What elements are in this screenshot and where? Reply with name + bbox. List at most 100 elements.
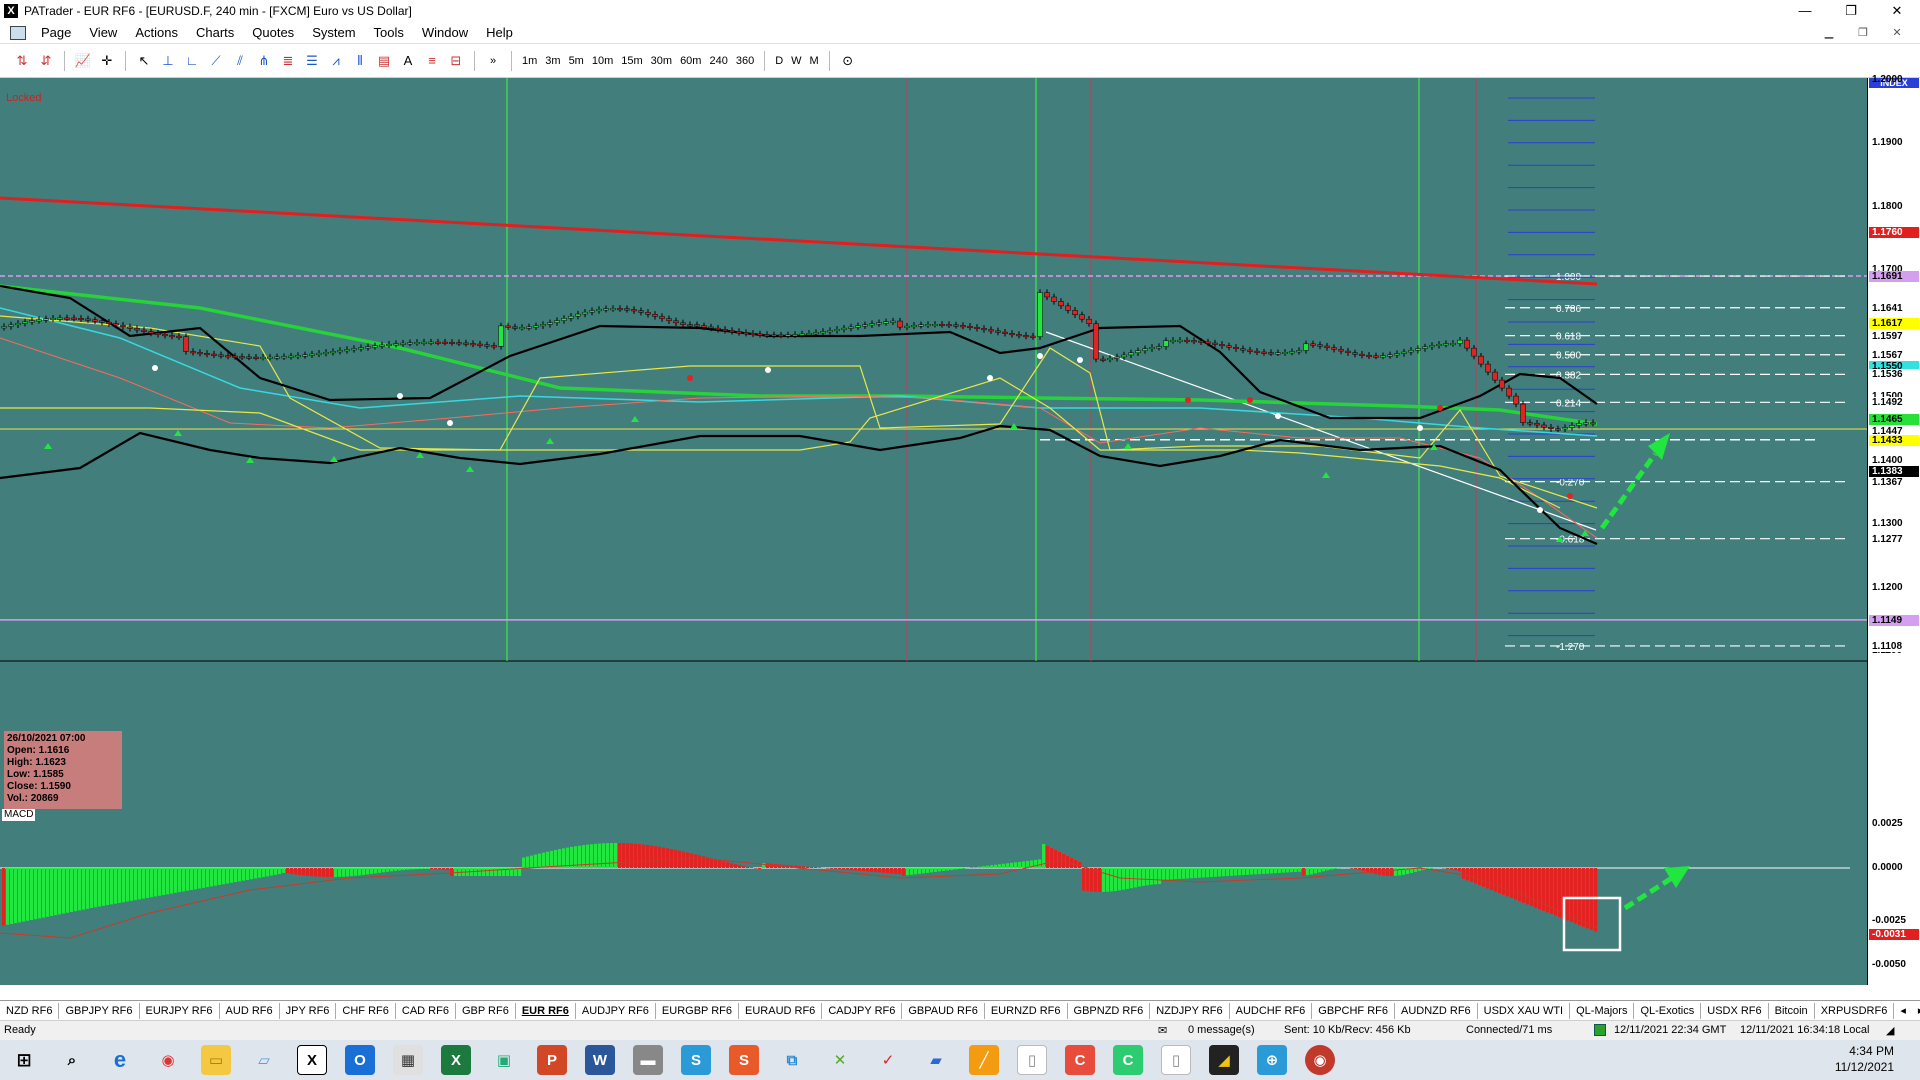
price-axis[interactable]: INDEX 1.20001.19001.18001.17001.15001.14… xyxy=(1867,74,1920,985)
status-messages[interactable]: 0 message(s) xyxy=(1188,1024,1255,1036)
symbol-tab-nzd-rf6[interactable]: NZD RF6 xyxy=(0,1002,60,1019)
fibonacci-icon[interactable]: ≣ xyxy=(277,50,299,72)
symbol-tab-eurgbp-rf6[interactable]: EURGBP RF6 xyxy=(656,1002,740,1019)
network-icon[interactable]: ⧉ xyxy=(777,1045,807,1075)
symbol-tab-gbpnzd-rf6[interactable]: GBPNZD RF6 xyxy=(1068,1002,1151,1019)
symbol-tab-xrpusdrf6[interactable]: XRPUSDRF6 xyxy=(1815,1002,1895,1019)
close-button[interactable]: ✕ xyxy=(1874,0,1920,22)
symbol-tab-audjpy-rf6[interactable]: AUDJPY RF6 xyxy=(576,1002,656,1019)
timeframe-3m[interactable]: 3m xyxy=(541,50,564,72)
outlook-icon[interactable]: O xyxy=(345,1045,375,1075)
symbol-tab-ql-exotics[interactable]: QL-Exotics xyxy=(1634,1002,1702,1019)
powerpoint-icon[interactable]: P xyxy=(537,1045,567,1075)
timeframe-15m[interactable]: 15m xyxy=(617,50,646,72)
pointer-icon[interactable]: ↖ xyxy=(133,50,155,72)
menu-view[interactable]: View xyxy=(80,22,126,44)
menu-page[interactable]: Page xyxy=(32,22,80,44)
mdi-restore-icon[interactable]: ❐ xyxy=(1846,22,1880,44)
menu-window[interactable]: Window xyxy=(413,22,477,44)
timeframe-360[interactable]: 360 xyxy=(732,50,758,72)
web-app-icon[interactable]: ⊕ xyxy=(1257,1045,1287,1075)
menu-actions[interactable]: Actions xyxy=(126,22,187,44)
clock-icon[interactable]: ⊙ xyxy=(837,50,859,72)
rectangle-icon[interactable]: ▤ xyxy=(373,50,395,72)
timeframe-240[interactable]: 240 xyxy=(705,50,731,72)
symbol-tab-gbp-rf6[interactable]: GBP RF6 xyxy=(456,1002,516,1019)
symbol-tab-jpy-rf6[interactable]: JPY RF6 xyxy=(280,1002,337,1019)
chrome-browser-icon[interactable]: ◉ xyxy=(153,1045,183,1075)
edge-browser-icon[interactable]: e xyxy=(105,1045,135,1075)
minimize-button[interactable]: — xyxy=(1782,0,1828,22)
mdi-minimize-icon[interactable]: ▁ xyxy=(1812,22,1846,44)
menu-quotes[interactable]: Quotes xyxy=(243,22,303,44)
sell-arrow-icon[interactable]: ⇵ xyxy=(35,50,57,72)
fib-fan-icon[interactable]: ⩘ xyxy=(325,50,347,72)
symbol-tab-eur-rf6[interactable]: EUR RF6 xyxy=(516,1002,576,1019)
page-menu-icon[interactable] xyxy=(10,25,26,40)
symbol-tab-gbpaud-rf6[interactable]: GBPAUD RF6 xyxy=(902,1002,985,1019)
fib-extension-icon[interactable]: ☰ xyxy=(301,50,323,72)
pitchfork-icon[interactable]: ⋔ xyxy=(253,50,275,72)
symbol-tab-bitcoin[interactable]: Bitcoin xyxy=(1769,1002,1815,1019)
symbol-tab-euraud-rf6[interactable]: EURAUD RF6 xyxy=(739,1002,823,1019)
timeframe-30m[interactable]: 30m xyxy=(647,50,676,72)
horizontal-line-icon[interactable]: ⊥ xyxy=(157,50,179,72)
red-c-app-icon[interactable]: C xyxy=(1065,1045,1095,1075)
symbol-tab-audnzd-rf6[interactable]: AUDNZD RF6 xyxy=(1395,1002,1478,1019)
recording-app-icon[interactable]: ◉ xyxy=(1305,1045,1335,1075)
more-tools-icon[interactable]: » xyxy=(482,50,504,72)
word-icon[interactable]: W xyxy=(585,1045,615,1075)
symbol-tab-nzdjpy-rf6[interactable]: NZDJPY RF6 xyxy=(1150,1002,1230,1019)
menu-charts[interactable]: Charts xyxy=(187,22,243,44)
chart-area[interactable]: 1.000 0.786 0.618 0.500 0.382 0.214 -0.270 -0.6… xyxy=(0,74,1920,1071)
symbol-tab-audchf-rf6[interactable]: AUDCHF RF6 xyxy=(1230,1002,1313,1019)
symbol-tab-chf-rf6[interactable]: CHF RF6 xyxy=(336,1002,396,1019)
price-label-icon[interactable]: ≡ xyxy=(421,50,443,72)
vertical-line-icon[interactable]: ∟ xyxy=(181,50,203,72)
notepad-icon[interactable]: ▱ xyxy=(249,1045,279,1075)
camtasia-icon[interactable]: C xyxy=(1113,1045,1143,1075)
orange-app-icon[interactable]: ╱ xyxy=(969,1045,999,1075)
symbol-tab-usdx-rf6[interactable]: USDX RF6 xyxy=(1701,1002,1769,1019)
terminal-icon[interactable]: ▬ xyxy=(633,1045,663,1075)
windows-start-icon[interactable]: ⊞ xyxy=(9,1045,39,1075)
swoosh-icon[interactable]: ✓ xyxy=(873,1045,903,1075)
timeframe-60m[interactable]: 60m xyxy=(676,50,705,72)
file-explorer-icon[interactable]: ▭ xyxy=(201,1045,231,1075)
message-envelope-icon[interactable]: ✉ xyxy=(1158,1024,1167,1037)
timeframe-1m[interactable]: 1m xyxy=(518,50,541,72)
symbol-tab-ql-majors[interactable]: QL-Majors xyxy=(1570,1002,1635,1019)
restore-button[interactable]: ❐ xyxy=(1828,0,1874,22)
menu-tools[interactable]: Tools xyxy=(365,22,413,44)
timeframe-10m[interactable]: 10m xyxy=(588,50,617,72)
crosshair-icon[interactable]: ✛ xyxy=(96,50,118,72)
tabs-scroll-right-icon[interactable]: ▸ xyxy=(1912,1003,1920,1019)
document-icon[interactable]: ▯ xyxy=(1017,1045,1047,1075)
taskbar-clock[interactable]: 4:34 PM 11/12/2021 xyxy=(1835,1043,1894,1075)
excel-icon[interactable]: X xyxy=(441,1045,471,1075)
timeframe-weekly[interactable]: W xyxy=(787,50,805,72)
search-icon[interactable]: ⌕ xyxy=(57,1045,87,1075)
delete-drawings-icon[interactable]: ⊟ xyxy=(445,50,467,72)
text-icon[interactable]: A xyxy=(397,50,419,72)
chart-type-icon[interactable]: 📈 xyxy=(72,50,94,72)
menu-system[interactable]: System xyxy=(303,22,364,44)
patrader-taskbar-icon[interactable]: X xyxy=(297,1045,327,1075)
symbol-tab-cad-rf6[interactable]: CAD RF6 xyxy=(396,1002,456,1019)
calculator-icon[interactable]: ▦ xyxy=(393,1045,423,1075)
mdi-close-icon[interactable]: ✕ xyxy=(1880,22,1914,44)
symbol-tab-eurnzd-rf6[interactable]: EURNZD RF6 xyxy=(985,1002,1068,1019)
buy-arrow-icon[interactable]: ⇅ xyxy=(11,50,33,72)
time-zones-icon[interactable]: ⦀ xyxy=(349,50,371,72)
timeframe-5m[interactable]: 5m xyxy=(565,50,588,72)
yellow-app-icon[interactable]: ◢ xyxy=(1209,1045,1239,1075)
tabs-scroll-left-icon[interactable]: ◂ xyxy=(1894,1003,1912,1019)
symbol-tab-eurjpy-rf6[interactable]: EURJPY RF6 xyxy=(140,1002,220,1019)
skype-icon[interactable]: S xyxy=(681,1045,711,1075)
channel-icon[interactable]: ⫽ xyxy=(229,50,251,72)
timeframe-daily[interactable]: D xyxy=(771,50,787,72)
ninjatrader-icon[interactable]: ✕ xyxy=(825,1045,855,1075)
timeframe-monthly[interactable]: M xyxy=(806,50,823,72)
remote-desktop-icon[interactable]: ▰ xyxy=(921,1045,951,1075)
symbol-tab-gbpchf-rf6[interactable]: GBPCHF RF6 xyxy=(1312,1002,1395,1019)
